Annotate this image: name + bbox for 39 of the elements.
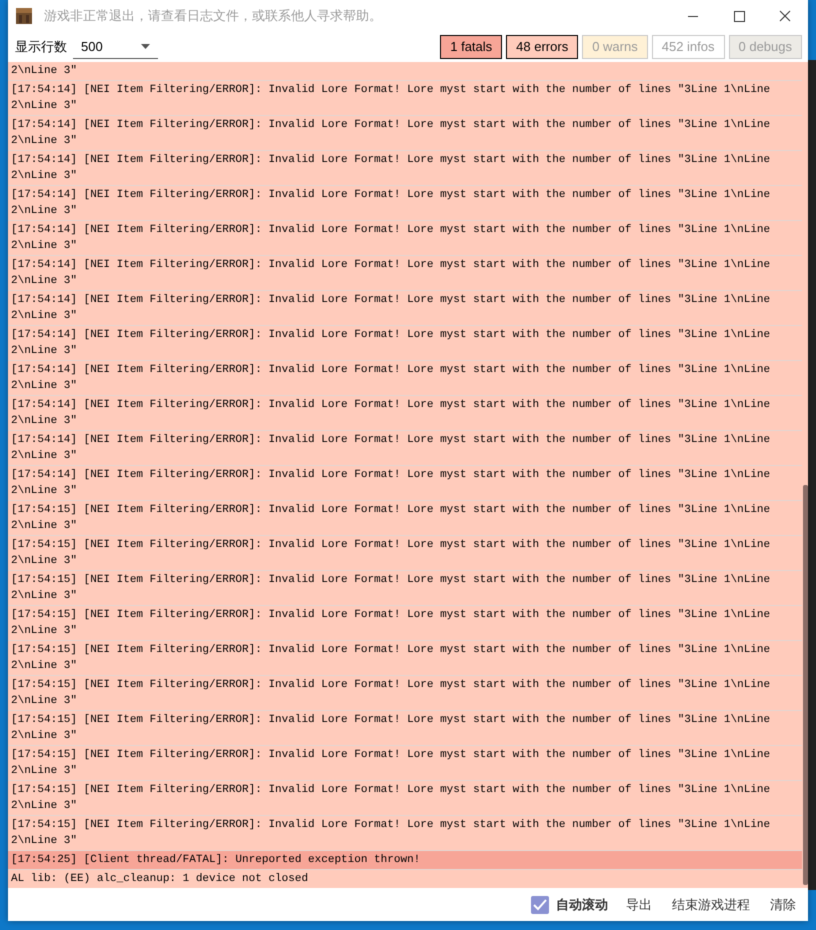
caret-icon (141, 44, 150, 49)
display-rows-label: 显示行数 (15, 38, 67, 56)
log-entry: [17:54:15] [NEI Item Filtering/ERROR]: Invalid Lore Format! Lore myst start with the number of lines "3Line 1\nLine 2\nLine 3" (8, 781, 802, 816)
log-entry: [17:54:14] [NEI Item Filtering/ERROR]: Invalid Lore Format! Lore myst start with the number of lines "3Line 1\nLine 2\nLine 3" (8, 221, 802, 256)
action-button[interactable]: 结束游戏进程 (670, 894, 752, 914)
action-button[interactable]: 清除 (768, 894, 798, 914)
filter-toggle[interactable]: 1 fatals (440, 35, 502, 59)
log-entry: [17:54:25] [Client thread/FATAL]: Unreported exception thrown! (8, 851, 802, 870)
log-entry: [17:54:15] [NEI Item Filtering/ERROR]: Invalid Lore Format! Lore myst start with the number of lines "3Line 1\nLine 2\nLine 3" (8, 676, 802, 711)
log-entry: [17:54:15] [NEI Item Filtering/ERROR]: Invalid Lore Format! Lore myst start with the number of lines "3Line 1\nLine 2\nLine 3" (8, 816, 802, 851)
log-entry: [17:54:15] [NEI Item Filtering/ERROR]: Invalid Lore Format! Lore myst start with the number of lines "3Line 1\nLine 2\nLine 3" (8, 746, 802, 781)
crafting-table-icon (15, 7, 33, 25)
log-entry: [17:54:14] [NEI Item Filtering/ERROR]: Invalid Lore Format! Lore myst start with the number of lines "3Line 1\nLine 2\nLine 3" (8, 151, 802, 186)
log-entry: [17:54:14] [NEI Item Filtering/ERROR]: Invalid Lore Format! Lore myst start with the number of lines "3Line 1\nLine 2\nLine 3" (8, 186, 802, 221)
log-entry: [17:54:14] [NEI Item Filtering/ERROR]: Invalid Lore Format! Lore myst start with the number of lines "3Line 1\nLine 2\nLine 3" (8, 116, 802, 151)
auto-scroll-label: 自动滚动 (556, 896, 608, 914)
log-entry: [17:54:14] [NEI Item Filtering/ERROR]: Invalid Lore Format! Lore myst start with the number of lines "3Line 1\nLine 2\nLine 3" (8, 81, 802, 116)
scrollbar-thumb[interactable] (803, 485, 808, 885)
check-icon (533, 898, 547, 910)
log-entry: [17:54:15] [NEI Item Filtering/ERROR]: Invalid Lore Format! Lore myst start with the number of lines "3Line 1\nLine 2\nLine 3" (8, 536, 802, 571)
log-entry: [17:54:15] [NEI Item Filtering/ERROR]: Invalid Lore Format! Lore myst start with the number of lines "3Line 1\nLine 2\nLine 3" (8, 641, 802, 676)
display-rows-select[interactable]: 500 (73, 35, 158, 59)
log-entry: [17:54:14] [NEI Item Filtering/ERROR]: Invalid Lore Format! Lore myst start with the number of lines "3Line 1\nLine 2\nLine 3" (8, 466, 802, 501)
log-entry: [17:54:15] [NEI Item Filtering/ERROR]: Invalid Lore Format! Lore myst start with the number of lines "3Line 1\nLine 2\nLine 3" (8, 606, 802, 641)
log-entry: [17:54:15] [NEI Item Filtering/ERROR]: Invalid Lore Format! Lore myst start with the number of lines "3Line 1\nLine 2\nLine 3" (8, 501, 802, 536)
filter-toggle[interactable]: 48 errors (506, 35, 578, 59)
log-entry: [17:54:15] [NEI Item Filtering/ERROR]: Invalid Lore Format! Lore myst start with the number of lines "3Line 1\nLine 2\nLine 3" (8, 571, 802, 606)
log-entry: 2\nLine 3" (8, 62, 802, 81)
log-entry: [17:54:14] [NEI Item Filtering/ERROR]: Invalid Lore Format! Lore myst start with the number of lines "3Line 1\nLine 2\nLine 3" (8, 396, 802, 431)
action-button[interactable]: 导出 (624, 894, 654, 914)
log-entry: [17:54:14] [NEI Item Filtering/ERROR]: Invalid Lore Format! Lore myst start with the number of lines "3Line 1\nLine 2\nLine 3" (8, 291, 802, 326)
log-entry: [17:54:14] [NEI Item Filtering/ERROR]: Invalid Lore Format! Lore myst start with the number of lines "3Line 1\nLine 2\nLine 3" (8, 326, 802, 361)
log-entry: [17:54:14] [NEI Item Filtering/ERROR]: Invalid Lore Format! Lore myst start with the number of lines "3Line 1\nLine 2\nLine 3" (8, 256, 802, 291)
log-entry: [17:54:15] [NEI Item Filtering/ERROR]: Invalid Lore Format! Lore myst start with the number of lines "3Line 1\nLine 2\nLine 3" (8, 711, 802, 746)
log-entry: [17:54:14] [NEI Item Filtering/ERROR]: Invalid Lore Format! Lore myst start with the number of lines "3Line 1\nLine 2\nLine 3" (8, 361, 802, 396)
log-entry: AL lib: (EE) alc_cleanup: 1 device not closed (8, 870, 802, 888)
log-entry: [17:54:14] [NEI Item Filtering/ERROR]: Invalid Lore Format! Lore myst start with the number of lines "3Line 1\nLine 2\nLine 3" (8, 431, 802, 466)
auto-scroll-checkbox[interactable] (531, 896, 549, 914)
window-title: 游戏非正常退出，请查看日志文件，或联系他人寻求帮助。 (44, 7, 382, 26)
